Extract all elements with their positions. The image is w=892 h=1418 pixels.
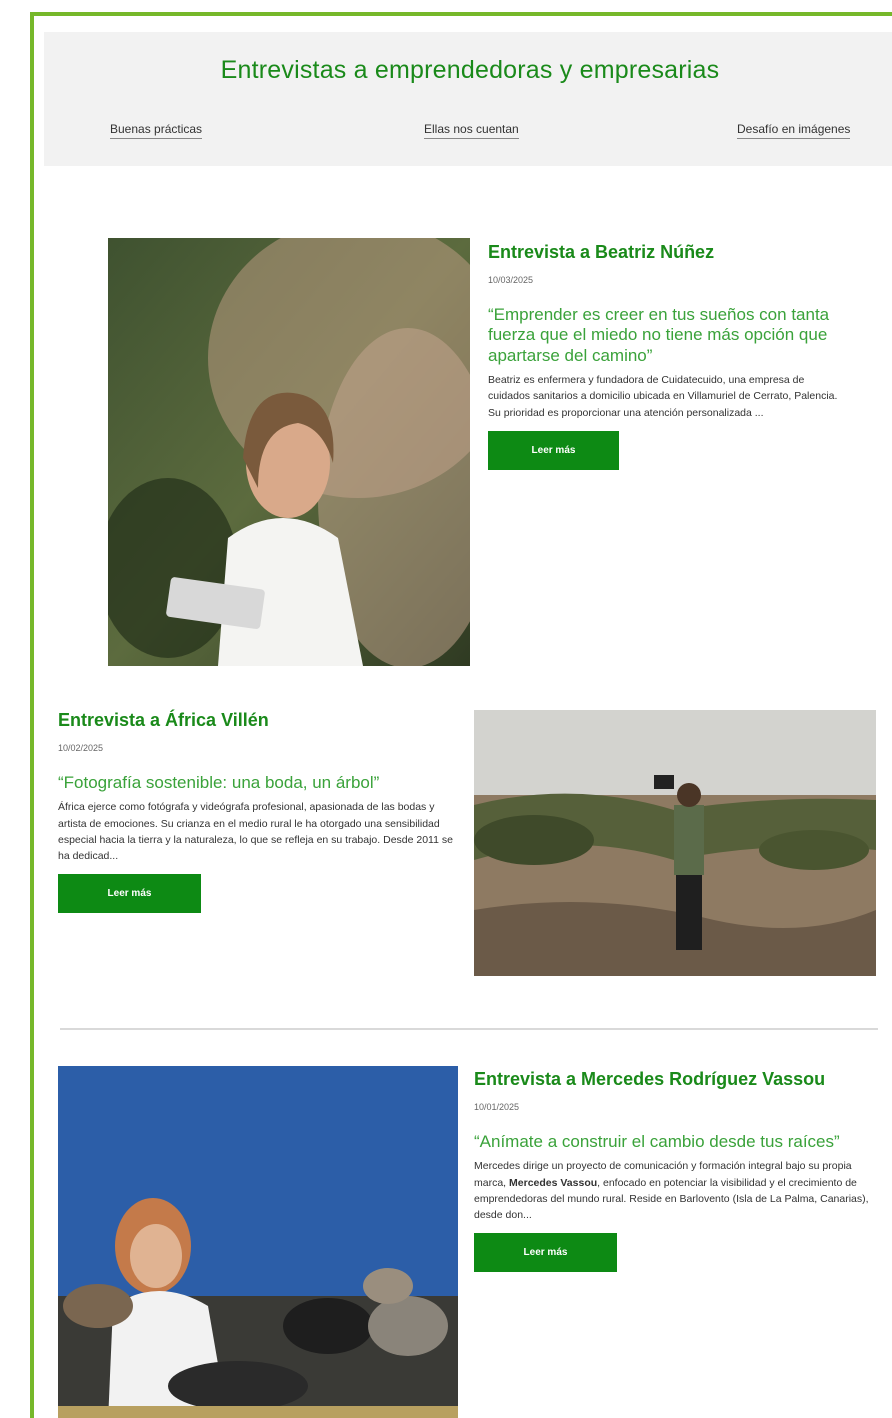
article-excerpt: Mercedes dirige un proyecto de comunicac… [474, 1158, 878, 1223]
tab-ellas-nos-cuentan[interactable]: Ellas nos cuentan [424, 122, 519, 139]
read-more-button[interactable]: Leer más [58, 874, 201, 914]
read-more-button[interactable]: Leer más [474, 1233, 617, 1273]
mercedes-photo-image [58, 1066, 458, 1418]
section-divider [60, 1028, 878, 1030]
page-title: Entrevistas a emprendedoras y empresaria… [220, 56, 720, 84]
article-africa: Entrevista a África Villén 10/02/2025 “F… [58, 710, 460, 914]
africa-photo-image [474, 710, 876, 976]
article-quote: “Fotografía sostenible: una boda, un árb… [58, 773, 380, 792]
article-quote: “Emprender es creer en tus sueños con ta… [488, 305, 830, 365]
article-title[interactable]: Entrevista a África Villén [58, 710, 460, 731]
beatriz-photo[interactable] [108, 238, 470, 666]
article-mercedes: Entrevista a Mercedes Rodríguez Vassou 1… [474, 1069, 878, 1273]
article-title[interactable]: Entrevista a Mercedes Rodríguez Vassou [474, 1069, 878, 1090]
article-quote: “Anímate a construir el cambio desde tus… [474, 1132, 840, 1151]
article-date: 10/02/2025 [58, 743, 104, 753]
article-date: 10/01/2025 [474, 1102, 520, 1112]
page-header: Entrevistas a emprendedoras y empresaria… [44, 32, 892, 166]
article-excerpt: Beatriz es enfermera y fundadora de Cuid… [488, 374, 838, 419]
article-excerpt: África ejerce como fotógrafa y videógraf… [58, 801, 453, 863]
tab-buenas-practicas[interactable]: Buenas prácticas [110, 122, 203, 139]
beatriz-photo-image [108, 238, 470, 666]
excerpt-brand: Mercedes Vassou [509, 1176, 598, 1189]
article-title[interactable]: Entrevista a Beatriz Núñez [488, 242, 848, 263]
article-date: 10/03/2025 [488, 275, 534, 285]
article-beatriz: Entrevista a Beatriz Núñez 10/03/2025 “E… [488, 242, 848, 470]
page-frame: Entrevistas a emprendedoras y empresaria… [30, 12, 892, 1418]
mercedes-photo[interactable] [58, 1066, 458, 1418]
africa-photo[interactable] [474, 710, 876, 976]
read-more-button[interactable]: Leer más [488, 430, 619, 470]
tab-desafio-en-imagenes[interactable]: Desafío en imágenes [737, 122, 851, 139]
